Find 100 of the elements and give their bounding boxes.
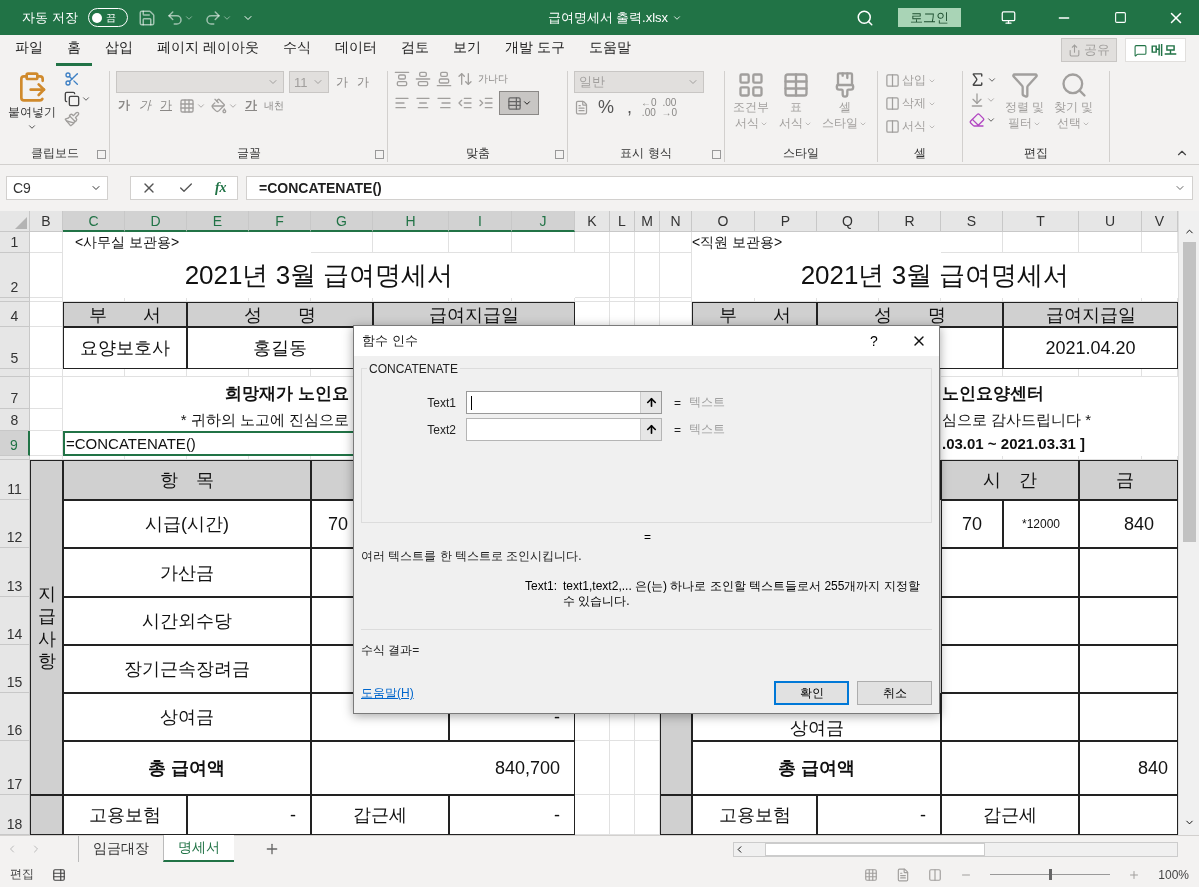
menu-tab[interactable]: 수식 [271, 34, 322, 66]
function-description: 여러 텍스트를 한 텍스트로 조인시킵니다. [361, 548, 583, 565]
row-header[interactable]: 2 [0, 253, 30, 298]
table-cell: 2021.04.20 [1003, 327, 1178, 369]
table-cell: 지급사항 [30, 460, 63, 795]
menu-tab[interactable]: 페이지 레이아웃 [146, 34, 270, 66]
sheet-tab[interactable]: 명세서 [163, 835, 234, 862]
group-label: 스타일 [783, 145, 819, 162]
equals-sign: = [674, 422, 681, 437]
argument-result: 텍스트 [689, 421, 725, 438]
status-mode: 편집 [10, 866, 34, 883]
table-cell: - [817, 795, 941, 835]
table-cell: *12000 [1003, 500, 1079, 548]
table-cell: 시간외수당 [63, 597, 311, 645]
row-header[interactable]: 1 [0, 232, 30, 253]
column-header[interactable]: U [1079, 211, 1142, 232]
column-header[interactable]: V [1142, 211, 1178, 232]
column-header[interactable]: J [512, 211, 575, 232]
help-button[interactable]: ? [859, 332, 889, 350]
row-header[interactable]: 13 [0, 548, 30, 597]
row-header[interactable]: 11 [0, 460, 30, 500]
argument-help-text: text1,text2,... 은(는) 하나로 조인할 텍스트들로서 255개까지 지정할 수 있습니다. [563, 579, 921, 609]
table-cell: 고용보험 [692, 795, 817, 835]
column-header[interactable]: K [575, 211, 610, 232]
argument-help-label: Text1: [525, 579, 557, 595]
group-label: 클립보드 [30, 145, 79, 162]
percent-button[interactable]: % [594, 97, 618, 118]
menu-tab[interactable]: 데이터 [323, 34, 388, 66]
menu-tab[interactable]: 도움말 [577, 34, 642, 66]
column-header[interactable]: H [373, 211, 449, 232]
menu-tab[interactable]: 삽입 [94, 34, 144, 66]
menu-tab[interactable]: 개발 도구 [493, 34, 576, 66]
row-header[interactable]: 15 [0, 645, 30, 693]
comma-button[interactable]: , [623, 97, 637, 118]
column-header[interactable]: Q [817, 211, 879, 232]
zoom-level[interactable]: 100% [1158, 867, 1189, 882]
table-cell: 상여금 [63, 693, 311, 741]
table-header: 부 서 [63, 302, 187, 327]
table-cell: 요양보호사 [63, 327, 187, 369]
row-header[interactable]: 14 [0, 597, 30, 645]
row-header[interactable]: 8 [0, 409, 30, 431]
column-header[interactable]: P [755, 211, 817, 232]
table-cell: 고용보험 [63, 795, 187, 835]
login-button[interactable]: 로그인 [898, 8, 961, 27]
table-cell: 70 [941, 500, 1003, 548]
table-header: 급여지급일 [1003, 302, 1178, 327]
paste-button[interactable]: 붙여넣기 [6, 71, 58, 144]
table-header: 성 명 [817, 302, 1003, 327]
row-header[interactable]: 17 [0, 741, 30, 795]
menu-tab[interactable]: 검토 [389, 34, 440, 66]
column-header[interactable]: N [660, 211, 692, 232]
row-header[interactable]: 5 [0, 327, 30, 369]
menu-tab[interactable]: 홈 [56, 34, 92, 66]
table-header: 항 목 [63, 460, 311, 500]
group-label: 편집 [1024, 145, 1048, 162]
table-header: 성 명 [187, 302, 373, 327]
table-cell: 840 [1079, 500, 1178, 548]
argument-result: 텍스트 [689, 394, 725, 411]
memo-button[interactable]: 메모 [1125, 38, 1186, 62]
column-header[interactable]: I [449, 211, 512, 232]
insert-function-button[interactable]: fx [214, 180, 227, 196]
column-header[interactable]: L [610, 211, 635, 232]
formula-field[interactable]: =CONCATENATE() [246, 176, 1193, 200]
window-title: 급여명세서 출력.xlsx [547, 8, 669, 27]
column-header[interactable]: O [692, 211, 755, 232]
table-cell: - [449, 795, 575, 835]
column-header[interactable]: M [635, 211, 660, 232]
row-header[interactable]: 9 [0, 431, 30, 456]
column-header[interactable]: F [249, 211, 311, 232]
table-cell: - [187, 795, 311, 835]
table-cell: 갑근세 [311, 795, 449, 835]
column-header[interactable]: D [125, 211, 187, 232]
group-label: 글꼴 [236, 145, 261, 162]
table-header: 금 [1079, 460, 1178, 500]
column-header[interactable]: R [879, 211, 941, 232]
column-header[interactable]: T [1003, 211, 1079, 232]
table-cell: 총 급여액 [692, 741, 941, 795]
table-cell: 840 [1079, 741, 1178, 795]
column-header[interactable]: S [941, 211, 1003, 232]
column-header[interactable]: B [30, 211, 63, 232]
ok-button[interactable]: 확인 [774, 681, 849, 705]
autosave-label: 자동 저장 [22, 8, 78, 27]
row-header[interactable]: 16 [0, 693, 30, 741]
row-header[interactable]: 7 [0, 377, 30, 409]
equals-sign: = [643, 530, 651, 544]
table-header: 급여지급일 [373, 302, 575, 327]
table-cell: 시급(시간) [63, 500, 311, 548]
column-header[interactable]: C [63, 211, 125, 232]
cancel-button[interactable]: 취소 [857, 681, 932, 705]
argument-label: Text1 [426, 395, 457, 410]
table-header: 부 서 [692, 302, 817, 327]
column-header[interactable]: E [187, 211, 249, 232]
row-header[interactable]: 12 [0, 500, 30, 548]
name-box[interactable]: C9 [6, 176, 108, 200]
row-header[interactable]: 4 [0, 302, 30, 327]
row-header[interactable]: 18 [0, 795, 30, 835]
help-link[interactable]: 도움말(H) [361, 684, 414, 702]
menu-tab[interactable]: 파일 [4, 34, 54, 66]
column-header[interactable]: G [311, 211, 373, 232]
menu-tab[interactable]: 보기 [441, 34, 492, 66]
